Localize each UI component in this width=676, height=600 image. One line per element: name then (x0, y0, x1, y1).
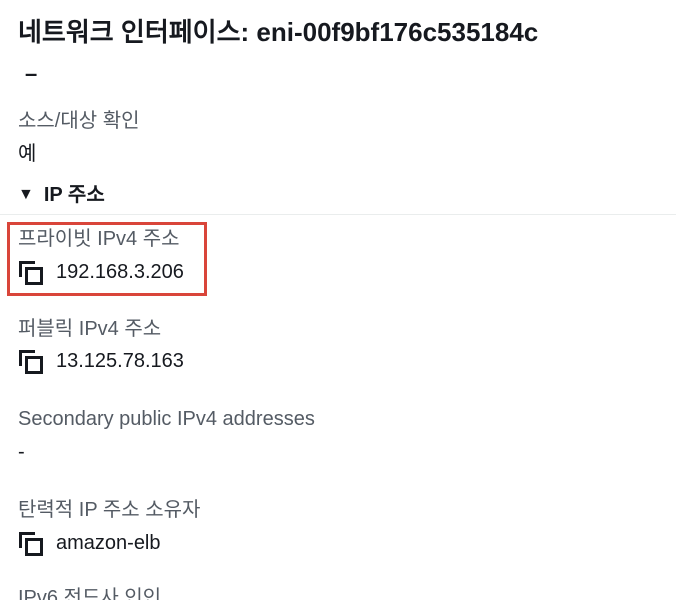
title-dash: – (25, 61, 38, 86)
source-dest-check-value: 예 (18, 143, 37, 165)
secondary-public-ipv4-label: Secondary public IPv4 addresses (18, 408, 315, 430)
copy-icon[interactable] (19, 532, 43, 556)
public-ipv4-label: 퍼블릭 IPv4 주소 (18, 318, 162, 340)
section-divider (0, 214, 676, 215)
private-ipv4-label: 프라이빗 IPv4 주소 (18, 228, 180, 250)
ip-section-title: IP 주소 (43, 184, 105, 206)
public-ipv4-value: 13.125.78.163 (56, 350, 184, 372)
secondary-public-ipv4-value: - (18, 441, 25, 463)
ip-section-toggle[interactable]: ▼ IP 주소 (18, 182, 105, 208)
copy-icon[interactable] (19, 261, 43, 285)
source-dest-check-label: 소스/대상 확인 (18, 110, 140, 132)
network-interface-details-panel: 네트워크 인터페이스: eni-00f9bf176c535184c – 소스/대… (0, 0, 676, 600)
ipv6-label: IPv6 전드사 인인 (18, 587, 162, 600)
page-title: 네트워크 인터페이스: eni-00f9bf176c535184c (18, 17, 539, 47)
elastic-ip-owner-value: amazon-elb (56, 532, 161, 554)
elastic-ip-owner-label: 탄력적 IP 주소 소유자 (18, 499, 201, 521)
caret-down-icon: ▼ (18, 186, 34, 203)
private-ipv4-value: 192.168.3.206 (56, 261, 184, 283)
copy-icon[interactable] (19, 350, 43, 374)
